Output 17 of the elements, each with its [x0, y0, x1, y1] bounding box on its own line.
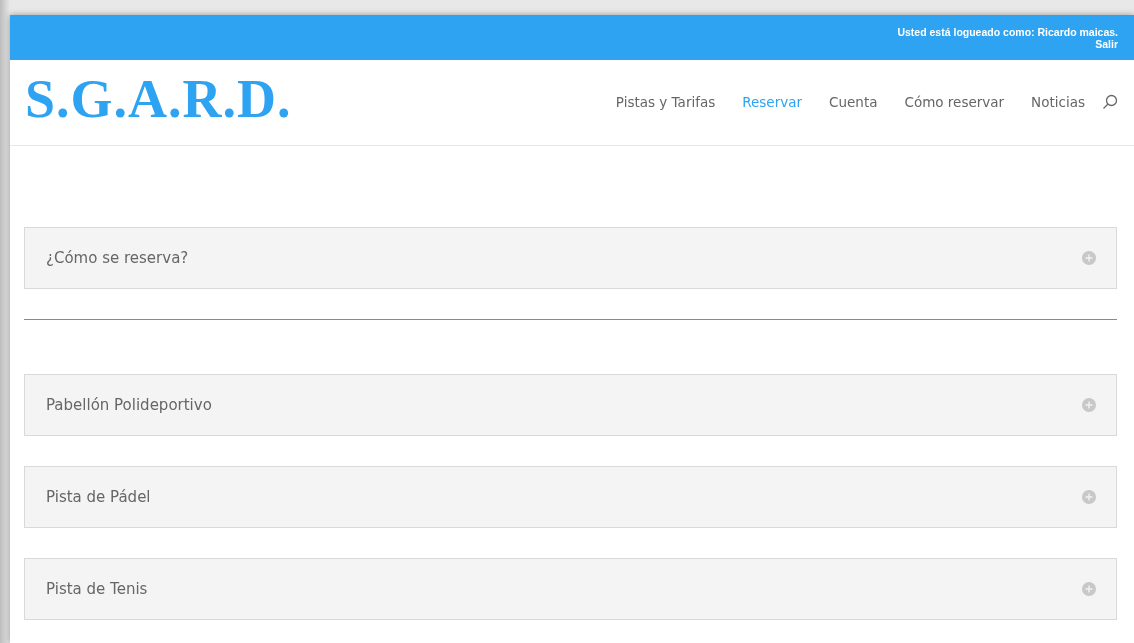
nav-link[interactable]: Cuenta: [829, 93, 878, 110]
plus-icon: [1082, 582, 1096, 596]
plus-icon: [1082, 398, 1096, 412]
accordion-toggle[interactable]: Pista de Pádel: [24, 466, 1117, 528]
accordion-toggle[interactable]: Pista de Tenis: [24, 558, 1117, 620]
nav-link[interactable]: Cómo reservar: [904, 93, 1005, 110]
nav-link[interactable]: Pistas y Tarifas: [615, 93, 716, 110]
plus-icon: [1082, 490, 1096, 504]
accordion-toggle[interactable]: ¿Cómo se reserva?: [24, 227, 1117, 289]
accordion-toggle[interactable]: Pabellón Polideportivo: [24, 374, 1117, 436]
nav-link[interactable]: Noticias: [1031, 93, 1085, 110]
login-status: Usted está logueado como: Ricardo maicas.: [897, 25, 1118, 38]
nav-link[interactable]: Reservar: [742, 93, 803, 110]
logout-link[interactable]: Salir: [1095, 37, 1118, 50]
plus-icon: [1082, 251, 1096, 265]
site-logo[interactable]: S.G.A.R.D.: [25, 67, 292, 130]
search-icon[interactable]: [1102, 93, 1118, 110]
